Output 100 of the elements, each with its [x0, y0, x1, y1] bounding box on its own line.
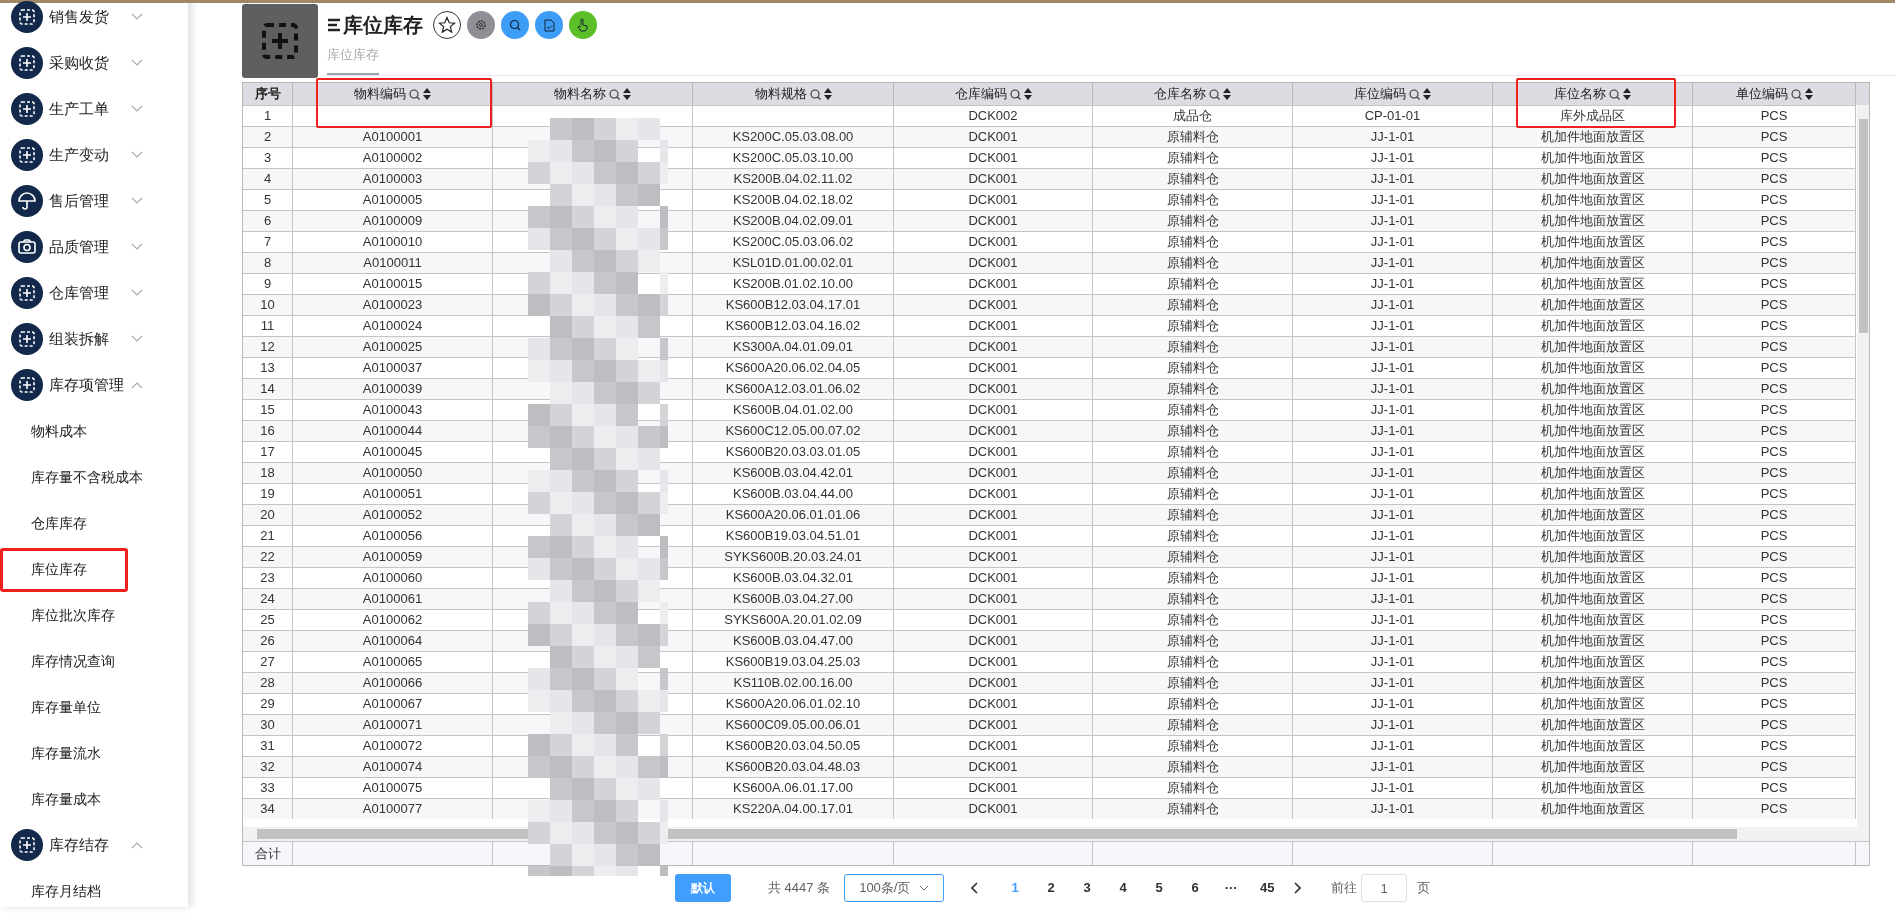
table-cell-text: 原辅料仓	[1166, 401, 1219, 420]
sort-icon[interactable]	[1223, 88, 1231, 100]
table-cell-text: PCS	[1760, 380, 1788, 399]
table-cell-text: 4	[263, 170, 272, 189]
table-cell-text: JJ-1-01	[1370, 254, 1415, 273]
table-cell-text: DCK001	[968, 653, 1018, 672]
sort-icon[interactable]	[1423, 88, 1431, 100]
menu-group[interactable]: 品质管理	[0, 224, 188, 270]
sort-icon[interactable]	[1623, 88, 1631, 100]
table-cell-text: KS200B.01.02.10.00	[733, 275, 853, 294]
page-number[interactable]: 4	[1110, 874, 1137, 902]
page-number[interactable]: ···	[1218, 874, 1245, 902]
search-icon[interactable]	[609, 88, 620, 100]
table-cell-text: JJ-1-01	[1370, 779, 1415, 798]
page-input[interactable]: 1	[1361, 874, 1408, 902]
menu-group[interactable]: 组装拆解	[0, 316, 188, 362]
search-button[interactable]	[501, 11, 529, 39]
table-cell-text: JJ-1-01	[1370, 611, 1415, 630]
search-icon[interactable]	[809, 88, 821, 100]
vertical-scrollbar[interactable]	[1857, 105, 1869, 827]
table-cell-text: PCS	[1760, 317, 1788, 336]
table-cell-text: 16	[260, 422, 275, 441]
menu-group[interactable]: 生产工单	[0, 86, 188, 132]
search-icon[interactable]	[1009, 88, 1021, 100]
page-number[interactable]: 6	[1182, 874, 1209, 902]
document-button[interactable]	[535, 11, 563, 39]
table-cell-text: PCS	[1760, 191, 1788, 210]
table-cell-text: DCK001	[968, 233, 1018, 252]
table-cell-text: A0100061	[362, 590, 423, 609]
table-cell-text: 32	[260, 758, 275, 777]
column-header[interactable]: 库位名称	[1554, 84, 1606, 104]
column-header[interactable]: 仓库编码	[954, 84, 1007, 104]
sort-icon[interactable]	[623, 88, 631, 100]
page-number[interactable]: 5	[1146, 874, 1173, 902]
table-cell-text: DCK001	[968, 485, 1018, 504]
page-number[interactable]: 45	[1254, 874, 1281, 902]
table-cell-text: PCS	[1760, 758, 1788, 777]
search-icon[interactable]	[1790, 88, 1802, 100]
table-cell-text: KS600B20.03.03.01.05	[725, 443, 861, 462]
column-header[interactable]: 库位编码	[1354, 84, 1406, 104]
menu-item[interactable]: 仓库库存	[0, 500, 87, 546]
sort-icon[interactable]	[823, 88, 832, 100]
table-cell-text: 机加件地面放置区	[1540, 548, 1645, 567]
next-page-icon[interactable]	[1294, 882, 1302, 894]
table-cell-text: 机加件地面放置区	[1540, 212, 1645, 231]
sort-icon[interactable]	[1023, 88, 1032, 100]
table-cell-text: 原辅料仓	[1166, 170, 1219, 189]
column-header[interactable]: 仓库名称	[1154, 84, 1206, 104]
table-cell-text: DCK001	[968, 611, 1018, 630]
menu-item[interactable]: 库存量流水	[0, 730, 101, 776]
pointer-button[interactable]	[569, 11, 597, 39]
page-number[interactable]: 3	[1074, 874, 1101, 902]
menu-item[interactable]: 物料成本	[0, 408, 87, 454]
menu-group[interactable]: 生产变动	[0, 132, 188, 178]
column-header[interactable]: 物料规格	[754, 84, 807, 104]
chevron-down-icon	[131, 13, 143, 21]
column-header[interactable]: 物料名称	[554, 84, 606, 104]
settings-button[interactable]	[467, 11, 495, 39]
horizontal-scrollbar[interactable]	[243, 827, 1869, 841]
menu-item[interactable]: 库存量不含税成本	[0, 454, 143, 500]
menu-group[interactable]: 采购收货	[0, 40, 188, 86]
menu-group[interactable]: 库存项管理	[0, 362, 188, 408]
table-cell-text: A0100002	[362, 149, 423, 168]
table-cell-text: 10	[260, 296, 275, 315]
search-icon[interactable]	[1409, 88, 1420, 100]
chevron-down-icon	[919, 885, 930, 891]
column-header[interactable]: 单位编码	[1735, 84, 1788, 104]
menu-group[interactable]: 库存结存	[0, 822, 188, 868]
table-cell-text: DCK001	[968, 758, 1018, 777]
chevron-up-icon	[131, 381, 143, 389]
table-cell-text: DCK001	[968, 632, 1018, 651]
previous-page-icon[interactable]	[971, 882, 979, 894]
menu-item[interactable]: 库位批次库存	[0, 592, 115, 638]
sort-icon[interactable]	[423, 88, 431, 100]
sort-icon[interactable]	[1804, 88, 1813, 100]
table-cell-text: DCK001	[968, 212, 1018, 231]
menu-icon[interactable]	[327, 18, 341, 32]
table-cell-text: 机加件地面放置区	[1540, 401, 1645, 420]
table-cell-text: A0100010	[362, 233, 423, 252]
page-number[interactable]: 2	[1038, 874, 1065, 902]
search-icon[interactable]	[1609, 88, 1620, 100]
table-cell-text: 原辅料仓	[1166, 275, 1219, 294]
menu-item[interactable]: 库存月结档	[0, 868, 101, 907]
menu-group[interactable]: 售后管理	[0, 178, 188, 224]
table-cell-text: 原辅料仓	[1166, 569, 1219, 588]
page-size-select[interactable]: 100条/页	[844, 874, 945, 902]
menu-item[interactable]: 库存情况查询	[0, 638, 115, 684]
table-cell-text: 14	[260, 380, 275, 399]
menu-item[interactable]: 库存量成本	[0, 776, 101, 822]
search-icon[interactable]	[1209, 88, 1220, 100]
table-cell-text: 机加件地面放置区	[1540, 443, 1645, 462]
column-header[interactable]: 物料编码	[354, 84, 406, 104]
menu-item[interactable]: 库位库存	[0, 546, 87, 592]
menu-group[interactable]: 销售发货	[0, 0, 188, 40]
favorite-button[interactable]	[433, 11, 461, 39]
table-cell-text: 18	[260, 464, 275, 483]
search-icon[interactable]	[409, 88, 420, 100]
menu-item[interactable]: 库存量单位	[0, 684, 101, 730]
column-header[interactable]: 序号	[254, 84, 281, 104]
menu-group[interactable]: 仓库管理	[0, 270, 188, 316]
